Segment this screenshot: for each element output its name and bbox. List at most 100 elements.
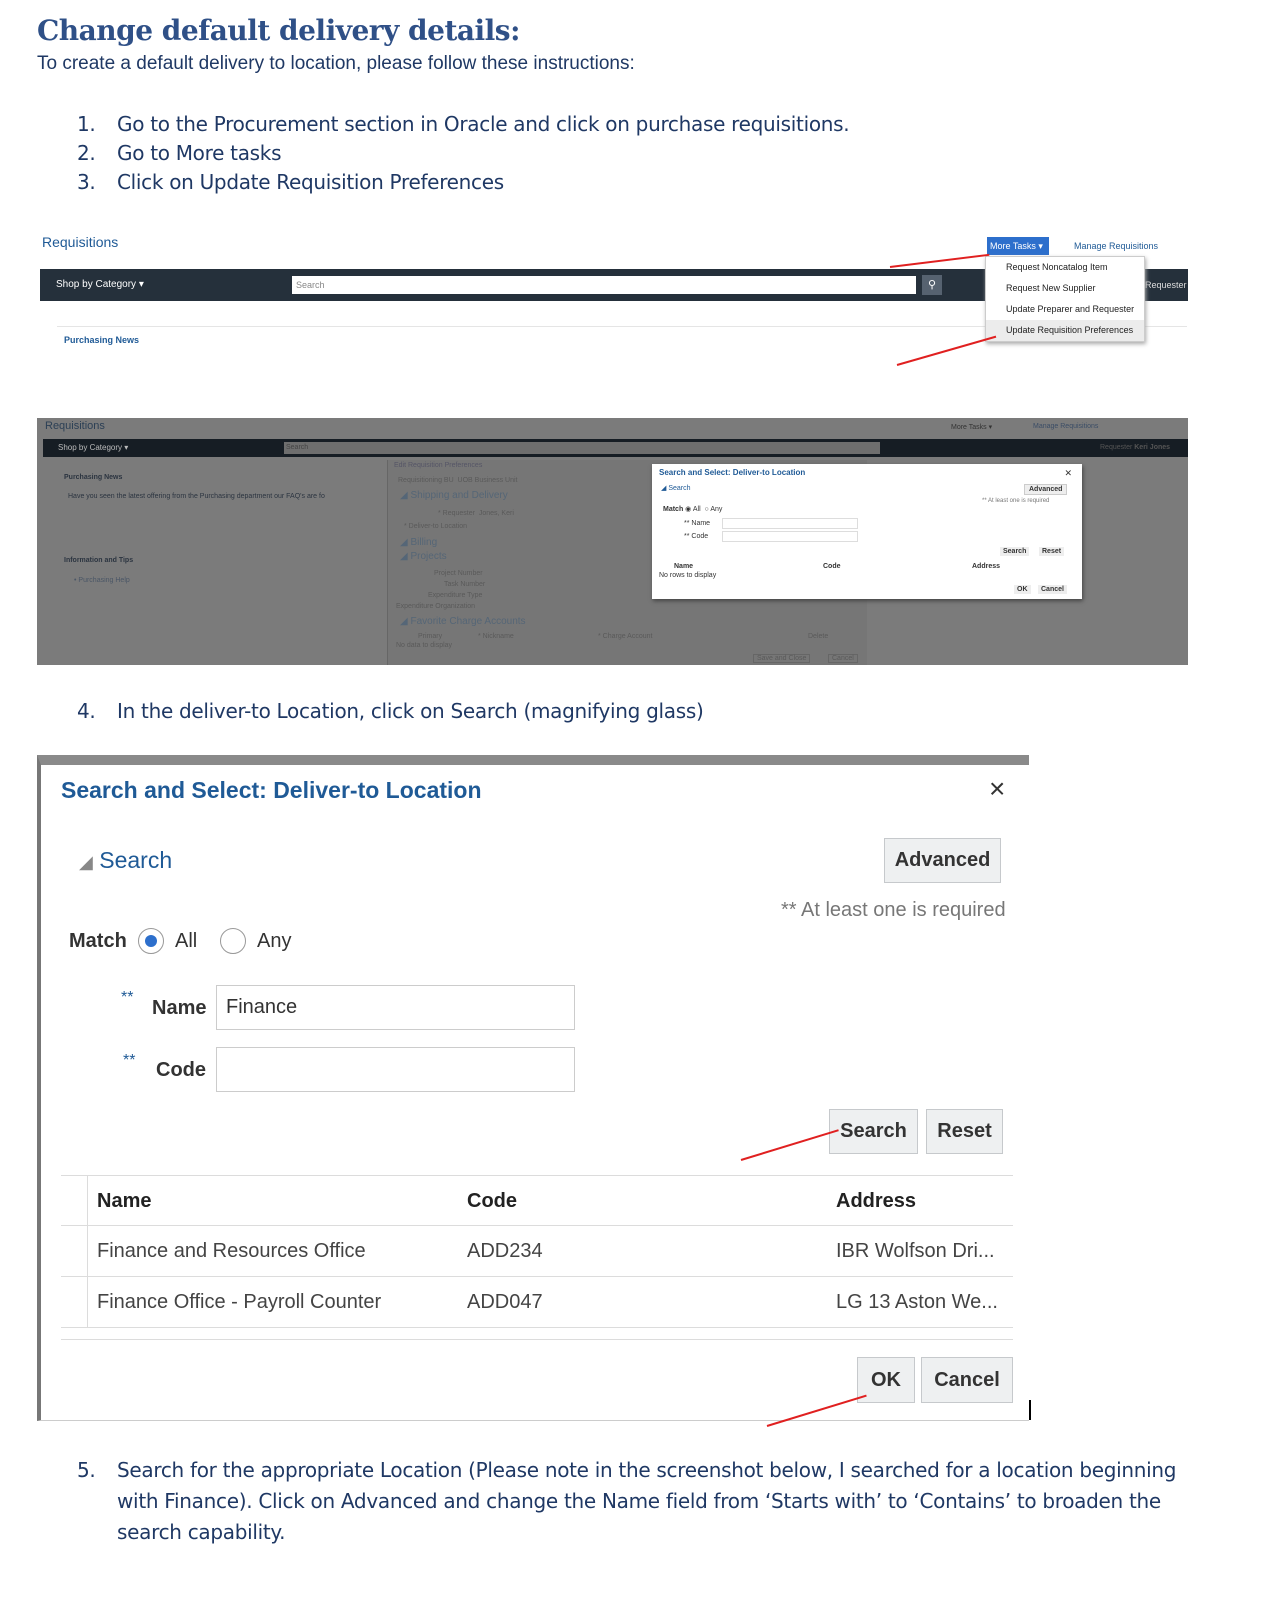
menu-item[interactable]: Update Requisition Preferences xyxy=(986,320,1144,341)
page-title: Requisitions xyxy=(42,234,119,250)
shop-by-category[interactable]: Shop by Category ▾ xyxy=(58,443,128,452)
news-text: Have you seen the latest offering from t… xyxy=(68,493,325,500)
requester-label: Requester xyxy=(1145,280,1187,290)
column-code: Code xyxy=(467,1190,517,1212)
purchasing-news: Purchasing News xyxy=(64,474,123,481)
step-3: 3. Click on Update Requisition Preference… xyxy=(77,170,504,194)
screenshot-edit-preferences: Requisitions More Tasks ▾ Manage Requisi… xyxy=(37,418,1188,665)
required-marker: ** xyxy=(123,1052,136,1069)
cell-name: Finance and Resources Office xyxy=(97,1240,366,1262)
screenshot-more-tasks: Requisitions More Tasks ▾ Manage Requisi… xyxy=(37,228,1188,373)
cell-code: ADD234 xyxy=(467,1240,543,1262)
cell-address: LG 13 Aston We... xyxy=(836,1291,998,1313)
ok-button[interactable]: OK xyxy=(1014,585,1031,594)
code-input[interactable] xyxy=(722,531,858,542)
cancel-button[interactable]: Cancel xyxy=(1038,585,1067,594)
no-data-text: No data to display xyxy=(396,642,453,649)
any-label: Any xyxy=(257,930,292,952)
column-name: Name xyxy=(674,563,694,570)
menu-item[interactable]: Request Noncatalog Item xyxy=(986,257,1144,278)
column-address: Address xyxy=(972,563,1001,570)
bu: Requisitioning BU UOB Business Unit xyxy=(398,477,518,484)
section-shipping[interactable]: ◢ Shipping and Delivery xyxy=(400,490,508,501)
more-tasks-menu: Request Noncatalog Item Request New Supp… xyxy=(985,256,1145,342)
dialog-title: Search and Select: Deliver-to Location xyxy=(659,468,806,477)
more-tasks-button[interactable]: More Tasks ▾ xyxy=(951,423,992,431)
match-any-radio[interactable] xyxy=(220,928,246,954)
divider xyxy=(61,1339,1013,1340)
search-section-toggle[interactable]: ◢ Search xyxy=(661,484,691,492)
search-button[interactable]: Search xyxy=(829,1109,918,1154)
name-label: Name xyxy=(152,997,207,1019)
panel-title: Edit Requisition Preferences xyxy=(394,462,483,469)
table-row[interactable]: Finance and Resources Office ADD234 IBR Wo… xyxy=(61,1226,1013,1277)
section-favorite-accounts[interactable]: ◢ Favorite Charge Accounts xyxy=(400,616,526,627)
deliver-to-label: * Deliver-to Location xyxy=(404,523,468,530)
cancel-button[interactable]: Cancel xyxy=(921,1357,1013,1403)
reset-button[interactable]: Reset xyxy=(926,1109,1003,1154)
red-arrow xyxy=(889,253,990,268)
section-projects[interactable]: ◢ Projects xyxy=(400,551,447,562)
code-label: ** Code xyxy=(684,533,709,540)
menu-item[interactable]: Request New Supplier xyxy=(986,278,1144,299)
cell-name: Finance Office - Payroll Counter xyxy=(97,1291,382,1313)
required-note: ** At least one is required xyxy=(781,899,1006,921)
search-icon[interactable]: ⚲ xyxy=(922,275,942,295)
red-arrow xyxy=(740,1129,839,1161)
match-options[interactable]: Match ◉ All ○ Any xyxy=(663,505,722,513)
more-tasks-button[interactable]: More Tasks ▾ xyxy=(987,237,1049,255)
shop-by-category[interactable]: Shop by Category ▾ xyxy=(56,279,144,290)
expenditure-type-label: Expenditure Type xyxy=(428,592,483,599)
red-arrow xyxy=(896,335,997,366)
required-marker: ** xyxy=(121,989,134,1006)
info-tips: Information and Tips xyxy=(64,557,134,564)
search-button[interactable]: Search xyxy=(1000,547,1030,556)
name-input[interactable] xyxy=(722,518,858,529)
step-4: 4. In the deliver-to Location, click on S… xyxy=(77,699,704,723)
screenshot-search-dialog: Search and Select: Deliver-to Location ×… xyxy=(37,755,1029,1427)
menu-item[interactable]: Update Preparer and Requester xyxy=(986,299,1144,320)
name-input[interactable]: Finance xyxy=(216,985,575,1030)
step-5: 5. Search for the appropriate Location (P… xyxy=(77,1458,1177,1544)
cancel-button[interactable]: Cancel xyxy=(828,654,858,663)
table-row[interactable]: Finance Office - Payroll Counter ADD047 LG… xyxy=(61,1277,1013,1328)
expenditure-org-label: Expenditure Organization xyxy=(396,603,475,610)
column-nickname: * Nickname xyxy=(478,633,514,640)
requester-field: * Requester Jones, Keri xyxy=(438,510,514,517)
close-icon[interactable]: × xyxy=(989,773,1005,805)
name-label: ** Name xyxy=(684,520,711,527)
navigation-bar: Shop by Category ▾ Search Requester Keri… xyxy=(43,439,1188,457)
close-icon[interactable]: ✕ xyxy=(1064,468,1072,479)
column-charge-account: * Charge Account xyxy=(598,633,653,640)
search-section-toggle[interactable]: ◢ Search xyxy=(79,847,172,874)
doc-title: Change default delivery details: xyxy=(37,14,520,47)
purchasing-news: Purchasing News xyxy=(64,335,140,345)
reset-button[interactable]: Reset xyxy=(1039,547,1065,556)
task-number-label: Task Number xyxy=(444,581,486,588)
cell-address: IBR Wolfson Dri... xyxy=(836,1240,995,1262)
save-close-button[interactable]: Save and Close xyxy=(753,654,811,663)
manage-requisitions-link[interactable]: Manage Requisitions xyxy=(1033,423,1098,430)
section-billing[interactable]: ◢ Billing xyxy=(400,537,437,548)
step-2: 2. Go to More tasks xyxy=(77,141,282,165)
advanced-button[interactable]: Advanced xyxy=(1024,484,1068,495)
requester-label: Requester Keri Jones xyxy=(1100,444,1171,451)
search-input[interactable]: Search xyxy=(284,442,880,454)
table-header: Name Code Address xyxy=(61,1175,1013,1226)
red-arrow xyxy=(766,1394,867,1427)
advanced-button[interactable]: Advanced xyxy=(884,838,1001,883)
manage-requisitions-link[interactable]: Manage Requisitions xyxy=(1074,241,1158,251)
cell-code: ADD047 xyxy=(467,1291,543,1313)
table-divider xyxy=(87,1175,88,1328)
code-label: Code xyxy=(156,1059,206,1081)
search-input[interactable]: Search xyxy=(292,276,916,294)
column-code: Code xyxy=(823,563,841,570)
column-delete: Delete xyxy=(808,633,829,640)
step-1: 1. Go to the Procurement section in Oracl… xyxy=(77,112,850,136)
doc-intro: To create a default delivery to location… xyxy=(37,53,635,74)
match-all-radio[interactable] xyxy=(138,928,164,954)
collapse-triangle-icon: ◢ xyxy=(79,852,93,872)
column-name: Name xyxy=(97,1190,152,1212)
purchasing-help-link[interactable]: • Purchasing Help xyxy=(74,577,130,584)
code-input[interactable] xyxy=(216,1047,575,1092)
